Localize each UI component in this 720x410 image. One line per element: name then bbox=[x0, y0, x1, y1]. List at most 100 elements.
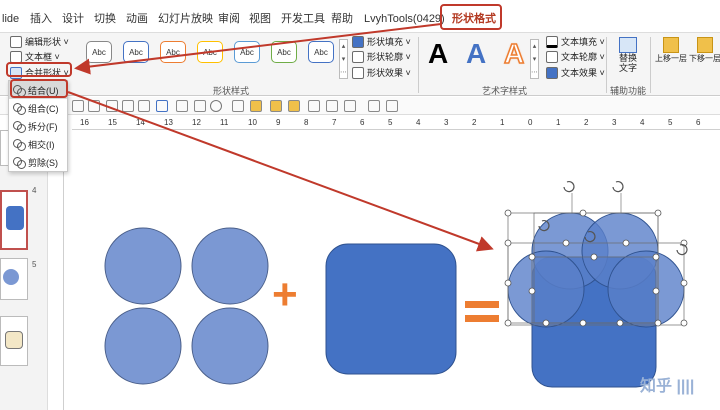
shape-style-6[interactable]: Abc bbox=[271, 41, 297, 63]
wordart-style-black[interactable]: A bbox=[428, 39, 448, 69]
image-icon[interactable] bbox=[106, 100, 118, 112]
send-backward-button[interactable]: 下移一层 bbox=[688, 35, 720, 75]
picture-icon[interactable] bbox=[88, 100, 100, 112]
bring-forward-button[interactable]: 上移一层 bbox=[654, 35, 688, 75]
text-effects-icon bbox=[546, 66, 558, 79]
group-separator bbox=[650, 37, 651, 93]
plus-sign: + bbox=[272, 270, 298, 319]
ruler-label: 4 bbox=[416, 118, 421, 127]
menu-item-intersect[interactable]: 相交(I) bbox=[9, 135, 67, 153]
alt-text-button[interactable]: 替换 文字 bbox=[614, 35, 642, 79]
shape-style-1[interactable]: Abc bbox=[86, 41, 112, 63]
shape-style-4[interactable]: Abc bbox=[197, 41, 223, 63]
tab-review[interactable]: 审阅 bbox=[218, 11, 240, 27]
shape-style-scroll[interactable]: ▴ ▾ ⋯ bbox=[339, 39, 348, 79]
tab-developer[interactable]: 开发工具 bbox=[281, 11, 325, 27]
table-icon[interactable] bbox=[122, 100, 134, 112]
align-icon[interactable] bbox=[308, 100, 320, 112]
ruler-label: 5 bbox=[668, 118, 673, 127]
shape-outline-label: 形状轮廓 ˅ bbox=[367, 52, 411, 62]
ruler-label: 12 bbox=[192, 118, 201, 127]
ruler-label: 6 bbox=[696, 118, 701, 127]
text-outline-button[interactable]: 文本轮廓 ˅ bbox=[546, 50, 605, 63]
circle-shape-bottom-left[interactable] bbox=[104, 307, 182, 385]
ruler-label: 1 bbox=[500, 118, 505, 127]
tab-slideshow[interactable]: 幻灯片放映 bbox=[158, 11, 213, 27]
folder-icon[interactable] bbox=[250, 100, 262, 112]
paint-icon[interactable] bbox=[368, 100, 380, 112]
slide-thumbnail-5[interactable] bbox=[0, 258, 28, 300]
wordart-scroll[interactable]: ▴ ▾ ⋯ bbox=[530, 39, 539, 79]
text-fill-icon bbox=[546, 35, 558, 48]
tab-insert[interactable]: 插入 bbox=[30, 11, 52, 27]
tab-animations[interactable]: 动画 bbox=[126, 11, 148, 27]
shape-icon[interactable] bbox=[156, 100, 168, 112]
shape-style-2-label: Abc bbox=[129, 47, 143, 57]
text-fill-button[interactable]: 文本填充 ˅ bbox=[546, 35, 605, 48]
highlight-box-merge-shapes bbox=[6, 62, 72, 77]
new-doc-icon[interactable] bbox=[72, 100, 84, 112]
tab-design[interactable]: 设计 bbox=[62, 11, 84, 27]
highlight-box-union-item bbox=[10, 79, 68, 98]
highlight-box-shape-format-tab bbox=[440, 4, 502, 30]
shape-style-7[interactable]: Abc bbox=[308, 41, 334, 63]
result-circle-right[interactable] bbox=[607, 250, 685, 328]
slide-thumbnail-4[interactable] bbox=[0, 190, 28, 250]
menu-item-intersect-label: 相交(I) bbox=[28, 139, 55, 150]
shape-styles-group-label: 形状样式 bbox=[213, 86, 250, 96]
text-icon[interactable] bbox=[232, 100, 244, 112]
equals-bar-top bbox=[465, 301, 499, 308]
text-outline-icon bbox=[546, 50, 558, 63]
menu-item-combine[interactable]: 组合(C) bbox=[9, 99, 67, 117]
subtract-icon bbox=[13, 157, 26, 169]
arrange-icon[interactable] bbox=[344, 100, 356, 112]
slide-number: 5 bbox=[32, 260, 37, 269]
shape-effects-button[interactable]: 形状效果 ˅ bbox=[352, 66, 411, 79]
tab-transitions[interactable]: 切换 bbox=[94, 11, 116, 27]
menu-item-subtract-label: 剪除(S) bbox=[28, 157, 58, 168]
group-icon[interactable] bbox=[270, 100, 282, 112]
edit-shape-label: 编辑形状 ˅ bbox=[25, 37, 69, 47]
shape-outline-button[interactable]: 形状轮廓 ˅ bbox=[352, 50, 411, 63]
shape-style-5[interactable]: Abc bbox=[234, 41, 260, 63]
shape-style-2[interactable]: Abc bbox=[123, 41, 149, 63]
circle-icon[interactable] bbox=[210, 100, 222, 112]
tab-view[interactable]: 视图 bbox=[249, 11, 271, 27]
circle-shape-top-right[interactable] bbox=[191, 227, 269, 305]
tab-slide[interactable]: lide bbox=[2, 11, 19, 27]
powerpoint-window: lide 插入 设计 切换 动画 幻灯片放映 审阅 视图 开发工具 帮助 Lvy… bbox=[0, 0, 720, 410]
shape-style-3[interactable]: Abc bbox=[160, 41, 186, 63]
circle-shape-top-left[interactable] bbox=[104, 227, 182, 305]
shape-style-1-label: Abc bbox=[92, 47, 106, 57]
slide-canvas[interactable]: + = 知乎 |||| bbox=[66, 131, 720, 410]
circle-shape-bottom-right[interactable] bbox=[191, 307, 269, 385]
ungroup-icon[interactable] bbox=[288, 100, 300, 112]
zhihu-watermark: 知乎 |||| bbox=[640, 378, 695, 395]
pen-outline-icon bbox=[352, 50, 364, 63]
menu-item-fragment[interactable]: 拆分(F) bbox=[9, 117, 67, 135]
menu-item-subtract[interactable]: 剪除(S) bbox=[9, 153, 67, 171]
ruler-label: 0 bbox=[528, 118, 533, 127]
wordart-style-blue[interactable]: A bbox=[466, 39, 486, 69]
shape-style-6-label: Abc bbox=[277, 47, 291, 57]
ruler-label: 10 bbox=[248, 118, 257, 127]
ruler-label: 14 bbox=[136, 118, 145, 127]
distribute-icon[interactable] bbox=[326, 100, 338, 112]
link-icon[interactable] bbox=[176, 100, 188, 112]
more-icon[interactable] bbox=[386, 100, 398, 112]
shape-fill-button[interactable]: 形状填充 ˅ bbox=[352, 35, 411, 48]
edit-shape-button[interactable]: 编辑形状 ˅ bbox=[10, 35, 69, 48]
crop-icon[interactable] bbox=[138, 100, 150, 112]
intersect-icon bbox=[13, 139, 26, 151]
wordart-style-orange[interactable]: A bbox=[503, 38, 525, 70]
result-circle-left[interactable] bbox=[507, 250, 585, 328]
group-separator bbox=[606, 37, 607, 93]
format-icon[interactable] bbox=[194, 100, 206, 112]
text-effects-button[interactable]: 文本效果 ˅ bbox=[546, 66, 605, 79]
tab-lvyhtools[interactable]: LvyhTools(0429) bbox=[364, 11, 445, 27]
ruler-label: 3 bbox=[444, 118, 449, 127]
rounded-square-shape[interactable] bbox=[325, 243, 457, 375]
tab-help[interactable]: 帮助 bbox=[331, 11, 353, 27]
slide-thumbnail-6[interactable] bbox=[0, 316, 28, 366]
ruler-label: 16 bbox=[80, 118, 89, 127]
